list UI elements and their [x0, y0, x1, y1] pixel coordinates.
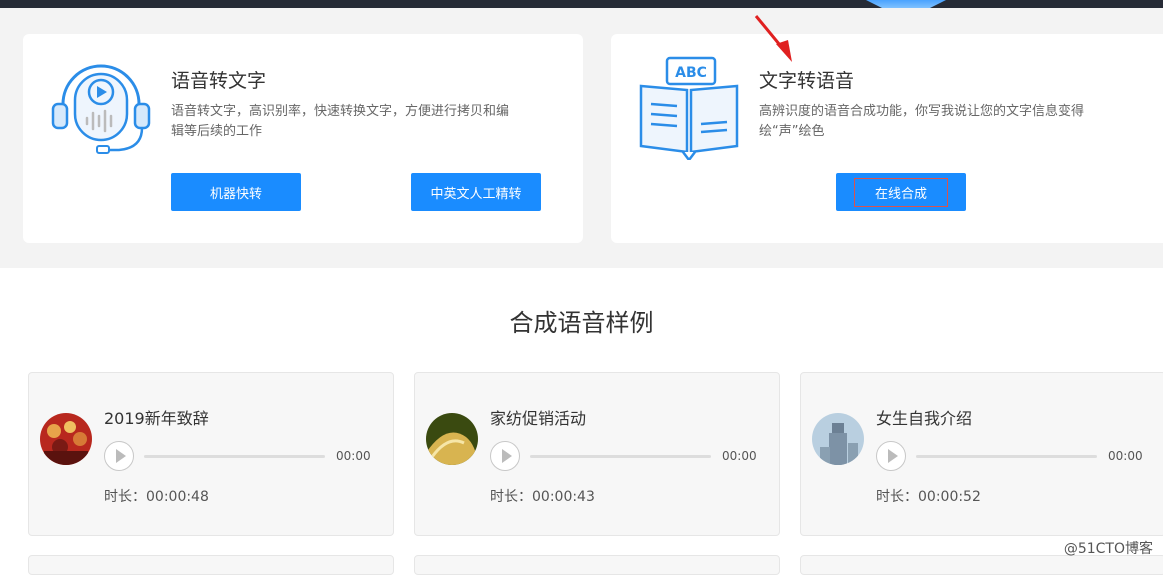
red-arrow-annotation [754, 15, 792, 62]
online-synthesis-button[interactable]: 在线合成 [836, 173, 966, 211]
card-description: 语音转文字，高识别率，快速转换文字，方便进行拷贝和编辑等后续的工作 [171, 104, 510, 139]
sample-card-next-row [414, 555, 780, 575]
section-title: 合成语音样例 [509, 309, 654, 337]
sample-thumbnail [812, 413, 864, 465]
sample-title: 女生自我介绍 [876, 409, 973, 428]
sample-thumbnail [40, 413, 92, 465]
active-nav-indicator [866, 0, 946, 8]
svg-text:ABC: ABC [675, 65, 707, 81]
headset-play-icon [51, 64, 151, 154]
sample-card: 家纺促销活动 00:00 时长：00:00:43 [414, 372, 780, 536]
sample-card: 2019新年致辞 00:00 时长：00:00:48 [28, 372, 394, 536]
audio-progress-bar[interactable] [530, 455, 711, 458]
current-time: 00:00 [722, 449, 757, 463]
card-title: 文字转语音 [759, 70, 855, 92]
sample-card-next-row [28, 555, 394, 575]
current-time: 00:00 [336, 449, 371, 463]
top-nav-bar [0, 0, 1163, 8]
human-transcribe-button[interactable]: 中英文人工精转 [411, 173, 541, 211]
book-abc-icon: ABC [639, 56, 739, 160]
sample-duration: 时长：00:00:48 [104, 489, 209, 505]
sample-title: 2019新年致辞 [104, 409, 209, 428]
audio-progress-bar[interactable] [144, 455, 325, 458]
play-icon [115, 449, 126, 463]
sample-title: 家纺促销活动 [490, 409, 587, 428]
play-icon [501, 449, 512, 463]
sample-card-next-row [800, 555, 1163, 575]
sample-thumbnail [426, 413, 478, 465]
speech-to-text-card: 语音转文字 语音转文字，高识别率，快速转换文字，方便进行拷贝和编辑等后续的工作 … [23, 34, 583, 243]
play-icon [887, 449, 898, 463]
watermark: @51CTO博客 [1063, 541, 1153, 557]
online-synthesis-label: 在线合成 [853, 177, 948, 207]
card-description: 高辨识度的语音合成功能，你写我说让您的文字信息变得绘“声”绘色 [759, 104, 1085, 139]
machine-transcribe-button[interactable]: 机器快转 [171, 173, 301, 211]
audio-progress-bar[interactable] [916, 455, 1097, 458]
card-title: 语音转文字 [171, 70, 267, 92]
current-time: 00:00 [1108, 449, 1143, 463]
play-button[interactable] [876, 441, 906, 471]
sample-duration: 时长：00:00:43 [490, 489, 595, 505]
play-button[interactable] [490, 441, 520, 471]
play-button[interactable] [104, 441, 134, 471]
sample-duration: 时长：00:00:52 [876, 489, 981, 505]
sample-card: 女生自我介绍 00:00 时长：00:00:52 [800, 372, 1163, 536]
text-to-speech-card: ABC 文字转语音 高辨识度的语音合成功能，你写我说让您的文字信息变得绘“声”绘… [611, 34, 1163, 243]
